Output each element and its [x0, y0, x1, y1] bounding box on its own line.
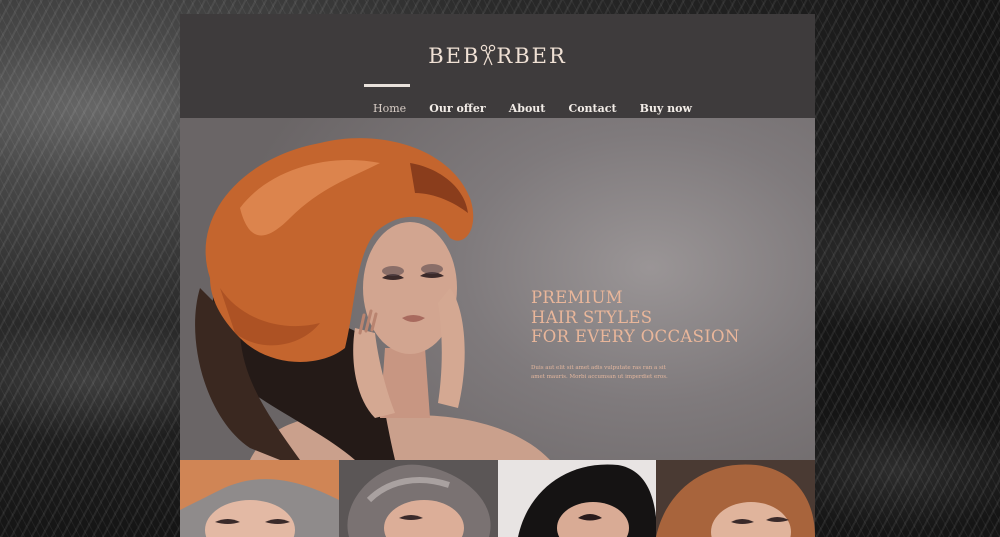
logo-text-left: BEB [428, 44, 481, 68]
active-nav-indicator [364, 84, 410, 87]
hero-headline-line-3: FOR EVERY OCCASION [531, 327, 740, 346]
site-header: BEB RBER Home Our offer About Contact Bu… [180, 14, 815, 118]
hero-headline: PREMIUM HAIR STYLES FOR EVERY OCCASION [531, 288, 740, 347]
hero-headline-line-2: HAIR STYLES [531, 307, 653, 327]
site-logo[interactable]: BEB RBER [180, 44, 815, 68]
gallery-thumb-2[interactable] [338, 460, 498, 537]
gallery-image-1 [180, 460, 339, 537]
nav-buy-now[interactable]: Buy now [640, 102, 692, 115]
logo-text-right: RBER [496, 44, 567, 68]
gallery-thumb-1[interactable] [180, 460, 339, 537]
gallery-thumb-3[interactable] [497, 460, 657, 537]
gallery-image-3 [497, 460, 657, 537]
nav-about[interactable]: About [509, 102, 546, 115]
hero-model-image [195, 138, 550, 460]
gallery-thumb-4[interactable] [656, 460, 815, 537]
hero-banner: PREMIUM HAIR STYLES FOR EVERY OCCASION D… [180, 118, 815, 460]
nav-home[interactable]: Home [373, 102, 406, 115]
gallery-image-2 [338, 460, 498, 537]
gallery-strip [180, 460, 815, 537]
hero-subtext: Duis aut elit sit amet adis vulputate ra… [531, 365, 668, 380]
hero-headline-line-1: PREMIUM [531, 288, 623, 307]
website-frame: BEB RBER Home Our offer About Contact Bu… [180, 14, 815, 537]
nav-our-offer[interactable]: Our offer [429, 102, 485, 115]
gallery-image-4 [656, 460, 815, 537]
scissors-icon [481, 44, 496, 66]
nav-contact[interactable]: Contact [568, 102, 616, 115]
